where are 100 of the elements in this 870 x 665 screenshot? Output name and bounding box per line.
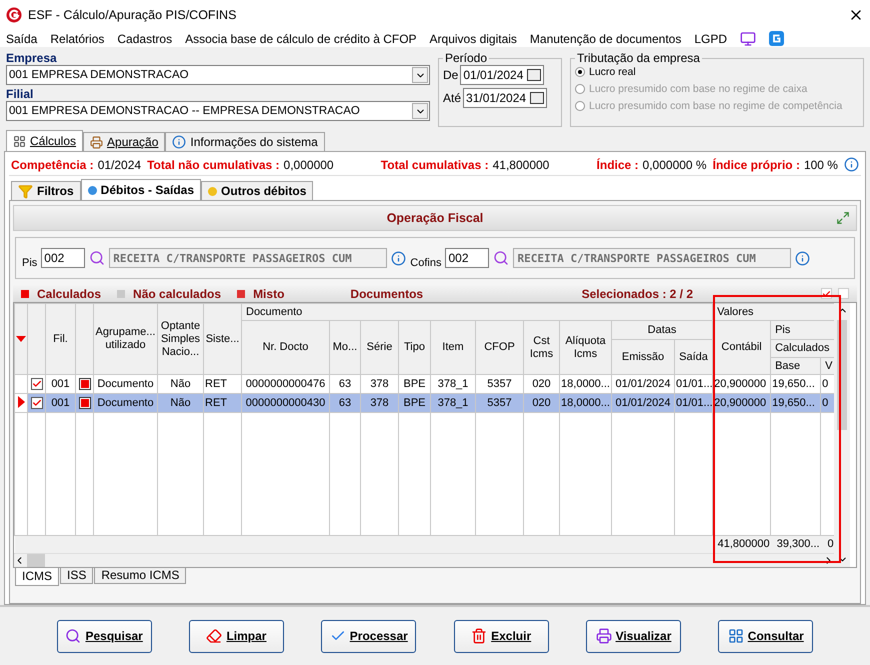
tab[interactable]: Apuração: [83, 132, 166, 151]
summary-value: 0,000000: [284, 158, 334, 172]
table-cell: BPE: [398, 374, 430, 394]
sort-header[interactable]: [14, 304, 28, 374]
info-icon[interactable]: [795, 250, 810, 266]
horizontal-scrollbar[interactable]: [14, 552, 834, 567]
column-header: Saída: [674, 340, 713, 374]
row-checkbox[interactable]: [30, 378, 42, 390]
date-field[interactable]: 01/01/2024: [460, 65, 544, 85]
table-cell: 20,900000: [712, 394, 771, 412]
summary-value: 01/2024: [98, 158, 142, 172]
app-icon[interactable]: [769, 31, 784, 46]
field-label: Empresa: [6, 51, 58, 65]
summary-label: Total cumulativas :: [380, 158, 489, 172]
table-cell: Documento: [94, 394, 158, 412]
menu-item[interactable]: Arquivos digitais: [430, 32, 517, 46]
tab[interactable]: Filtros: [11, 181, 81, 200]
scroll-thumb[interactable]: [27, 554, 45, 567]
menu-item[interactable]: Associa base de cálculo de crédito à CFOP: [185, 32, 417, 46]
table-cell: Documento: [94, 374, 158, 394]
selection-count: Selecionados : 2 / 2: [582, 286, 693, 300]
table-cell: 01/01...: [674, 374, 713, 394]
row-checkbox[interactable]: [30, 397, 42, 410]
menu-item[interactable]: Manutenção de documentos: [530, 32, 682, 46]
header-checkbox[interactable]: [838, 288, 849, 299]
menu-item[interactable]: Cadastros: [117, 32, 172, 46]
table-cell: 19,650...: [770, 374, 821, 394]
action-button[interactable]: Visualizar: [586, 620, 681, 652]
table-cell: BPE: [398, 394, 430, 412]
tab[interactable]: Débitos - Saídas: [80, 179, 202, 200]
branch-dropdown[interactable]: 001 EMPRESA DEMONSTRACAO -- EMPRESA DEMONSTRACAO: [6, 101, 430, 121]
code-field[interactable]: 002: [41, 248, 86, 268]
table-cell: 18,0000...: [560, 374, 612, 394]
table-cell: 63: [330, 394, 360, 412]
grid-icon: [728, 628, 744, 644]
tab[interactable]: Informações do sistema: [165, 132, 325, 151]
expand-icon[interactable]: [836, 211, 850, 225]
company-dropdown[interactable]: 001 EMPRESA DEMONSTRACAO: [6, 65, 430, 85]
tab[interactable]: ICMS: [15, 567, 59, 586]
table-cell: 20,900000: [712, 374, 771, 394]
action-button[interactable]: Pesquisar: [56, 620, 152, 652]
description-field: RECEITA C/TRANSPORTE PASSAGEIROS CUM: [513, 248, 792, 268]
table-cell: 378_1: [430, 374, 476, 394]
summary-label: Índice :: [596, 158, 639, 172]
column-group-header: Datas: [612, 320, 713, 340]
action-button[interactable]: Processar: [321, 620, 416, 652]
action-button[interactable]: Consultar: [718, 620, 814, 652]
monitor-icon[interactable]: [740, 30, 756, 46]
table-cell: 19,650...: [770, 394, 821, 412]
info-icon[interactable]: [844, 157, 859, 172]
column-group-header: Calculados: [770, 340, 835, 358]
tab[interactable]: Cálculos: [6, 130, 84, 151]
action-button[interactable]: Excluir: [454, 620, 549, 652]
table-cell: RET: [204, 374, 242, 394]
action-button[interactable]: Limpar: [188, 620, 284, 652]
info-icon: [172, 135, 186, 149]
column-header: Emissão: [612, 340, 674, 374]
legend-label: Calculados: [37, 286, 102, 300]
column-group-header: Documento: [242, 304, 713, 320]
field-label: Pis: [22, 257, 38, 269]
menu-item[interactable]: LGPD: [694, 32, 728, 46]
date-field[interactable]: 31/01/2024: [463, 88, 548, 108]
summary-value: 100 %: [804, 158, 838, 172]
search-icon[interactable]: [493, 250, 510, 266]
table-cell: 5357: [476, 394, 524, 412]
dot-icon: [88, 186, 97, 194]
column-header: Cst Icms: [524, 320, 560, 374]
summary-label: Competência :: [11, 158, 94, 172]
tab[interactable]: Outros débitos: [201, 181, 314, 200]
field-label: De: [443, 68, 458, 82]
summary-label: Índice próprio :: [712, 158, 800, 172]
section-title: Documentos: [350, 286, 424, 300]
column-header: Optante Simples Nacio...: [158, 304, 204, 374]
column-header: Base: [770, 358, 821, 374]
legend-label: Não calculados: [133, 286, 222, 300]
field-label: Cofins: [410, 257, 442, 269]
table-cell: 01/01/2024: [612, 374, 674, 394]
calendar-icon[interactable]: [530, 92, 544, 104]
group-title: Tributação da empresa: [576, 51, 701, 65]
info-icon[interactable]: [391, 250, 406, 266]
table-cell: 378: [360, 394, 398, 412]
calendar-icon[interactable]: [527, 69, 542, 81]
table-cell: 18,0000...: [560, 394, 612, 412]
column-header: Fil.: [46, 304, 76, 374]
radio-option[interactable]: Lucro real: [575, 65, 859, 79]
eraser-icon: [206, 628, 222, 644]
table-cell: 001: [46, 374, 76, 394]
menu-item[interactable]: Saída: [6, 32, 38, 46]
column-header: Tipo: [398, 320, 430, 374]
column-header: Mo...: [330, 320, 360, 374]
menu-item[interactable]: Relatórios: [50, 32, 104, 46]
tab[interactable]: Resumo ICMS: [94, 567, 186, 584]
table-cell: 378: [360, 374, 398, 394]
code-field[interactable]: 002: [445, 248, 490, 268]
tab[interactable]: ISS: [60, 567, 94, 584]
logo-icon: [6, 7, 22, 23]
search-icon[interactable]: [89, 250, 106, 266]
field-label: Filial: [6, 87, 34, 101]
column-group-header: Pis: [770, 320, 835, 340]
section-title: Operação Fiscal: [386, 211, 484, 225]
